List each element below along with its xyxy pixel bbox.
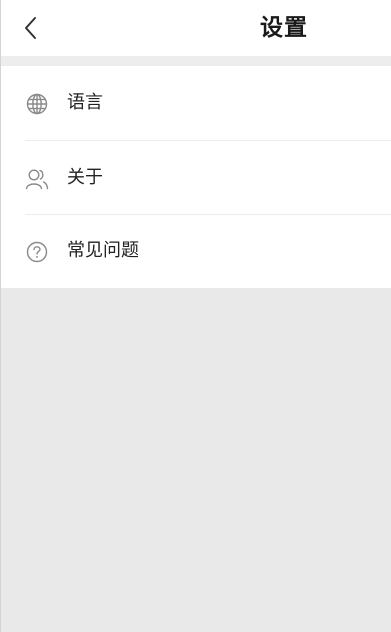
top-bar: 设置 (1, 0, 391, 56)
settings-item-faq[interactable]: 常见问题 (1, 214, 391, 288)
page-title: 设置 (260, 15, 308, 41)
settings-item-label: 关于 (67, 167, 103, 188)
chevron-left-icon (25, 17, 36, 39)
settings-list: 语言 关于 常见问题 (1, 66, 391, 288)
section-divider (1, 56, 391, 66)
back-button[interactable] (13, 8, 49, 48)
settings-item-about[interactable]: 关于 (1, 141, 391, 215)
users-icon (25, 167, 49, 191)
help-circle-icon (25, 240, 49, 264)
globe-icon (25, 92, 49, 116)
settings-item-language[interactable]: 语言 (1, 66, 391, 140)
settings-item-label: 常见问题 (67, 240, 139, 261)
settings-item-label: 语言 (67, 92, 103, 113)
settings-screen: 设置 语言 关于 常见问题 (0, 0, 391, 632)
